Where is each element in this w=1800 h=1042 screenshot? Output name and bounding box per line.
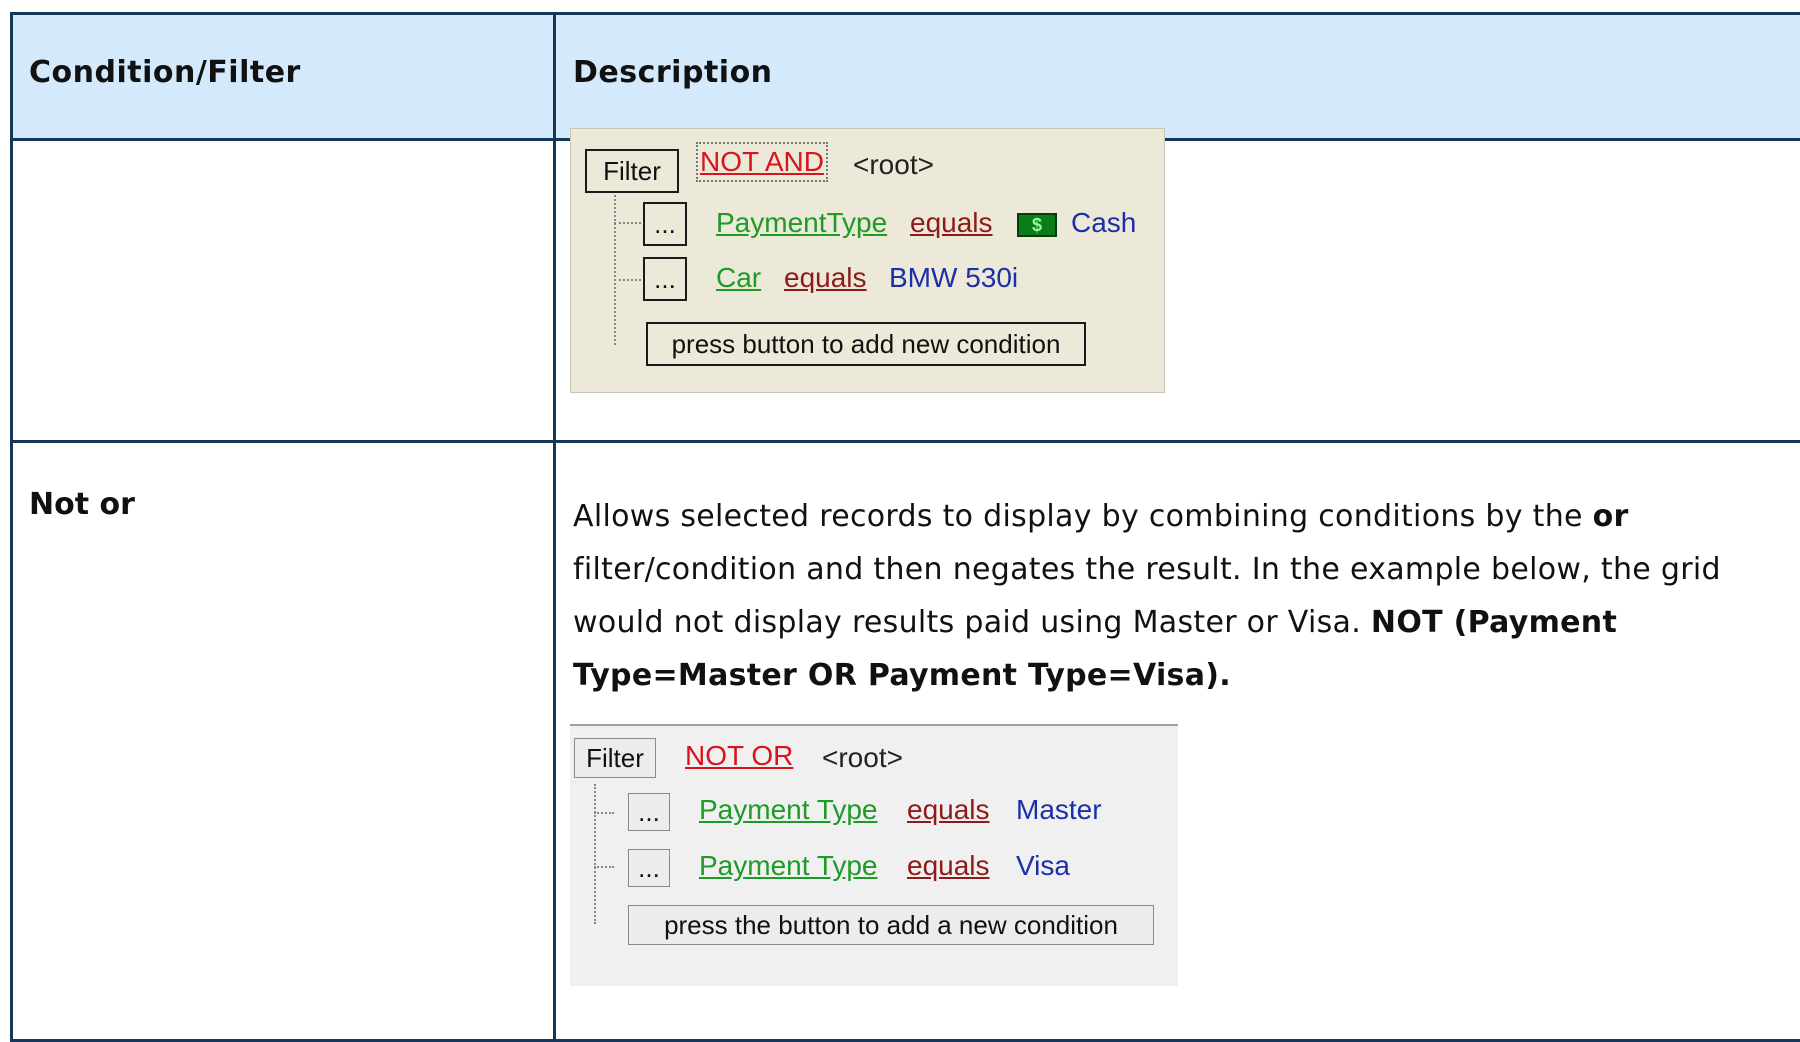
tree-line xyxy=(594,866,614,868)
operator-link[interactable]: NOT AND xyxy=(696,142,828,182)
condition-field-link[interactable]: PaymentType xyxy=(716,207,887,239)
tree-line xyxy=(594,812,614,814)
condition-value-link[interactable]: BMW 530i xyxy=(889,262,1018,294)
desc-text: Allows selected records to display by co… xyxy=(573,499,1593,534)
condition-value-link[interactable]: Visa xyxy=(1016,850,1070,882)
condition-menu-button[interactable]: ... xyxy=(628,849,670,887)
add-condition-button[interactable]: press button to add new condition xyxy=(646,322,1086,366)
row-label-not-or: Not or xyxy=(29,487,135,522)
tree-line xyxy=(614,195,616,345)
condition-menu-button[interactable]: ... xyxy=(643,257,687,301)
add-condition-button[interactable]: press the button to add a new condition xyxy=(628,905,1154,945)
condition-operator-link[interactable]: equals xyxy=(907,850,990,882)
header-condition-filter: Condition/Filter xyxy=(29,55,301,90)
cash-icon: $ xyxy=(1017,213,1057,237)
header-description: Description xyxy=(573,55,773,90)
table-header-row: Condition/Filter Description xyxy=(13,15,1800,138)
root-label: <root> xyxy=(853,149,934,180)
row-description-not-or: Allows selected records to display by co… xyxy=(573,490,1783,702)
condition-operator-link[interactable]: equals xyxy=(784,262,867,294)
condition-menu-button[interactable]: ... xyxy=(628,793,670,831)
condition-field-link[interactable]: Car xyxy=(716,262,761,294)
column-divider xyxy=(553,15,556,1039)
filter-editor-not-and: Filter NOT AND <root> ... PaymentType eq… xyxy=(570,128,1165,393)
condition-value-link[interactable]: Master xyxy=(1016,794,1102,826)
root-label: <root> xyxy=(822,742,903,773)
condition-field-link[interactable]: Payment Type xyxy=(699,850,877,882)
operator-link[interactable]: NOT OR xyxy=(685,740,793,772)
tree-line xyxy=(594,784,596,924)
row-divider xyxy=(13,440,1800,443)
condition-operator-link[interactable]: equals xyxy=(907,794,990,826)
condition-value-link[interactable]: Cash xyxy=(1071,207,1136,239)
filter-button[interactable]: Filter xyxy=(585,149,679,193)
filter-editor-not-or: Filter NOT OR <root> ... Payment Type eq… xyxy=(570,724,1178,986)
filter-button[interactable]: Filter xyxy=(574,738,656,778)
desc-bold-or: or xyxy=(1592,499,1629,534)
condition-menu-button[interactable]: ... xyxy=(643,202,687,246)
tree-line xyxy=(614,222,641,224)
tree-line xyxy=(614,279,641,281)
condition-operator-link[interactable]: equals xyxy=(910,207,993,239)
condition-field-link[interactable]: Payment Type xyxy=(699,794,877,826)
